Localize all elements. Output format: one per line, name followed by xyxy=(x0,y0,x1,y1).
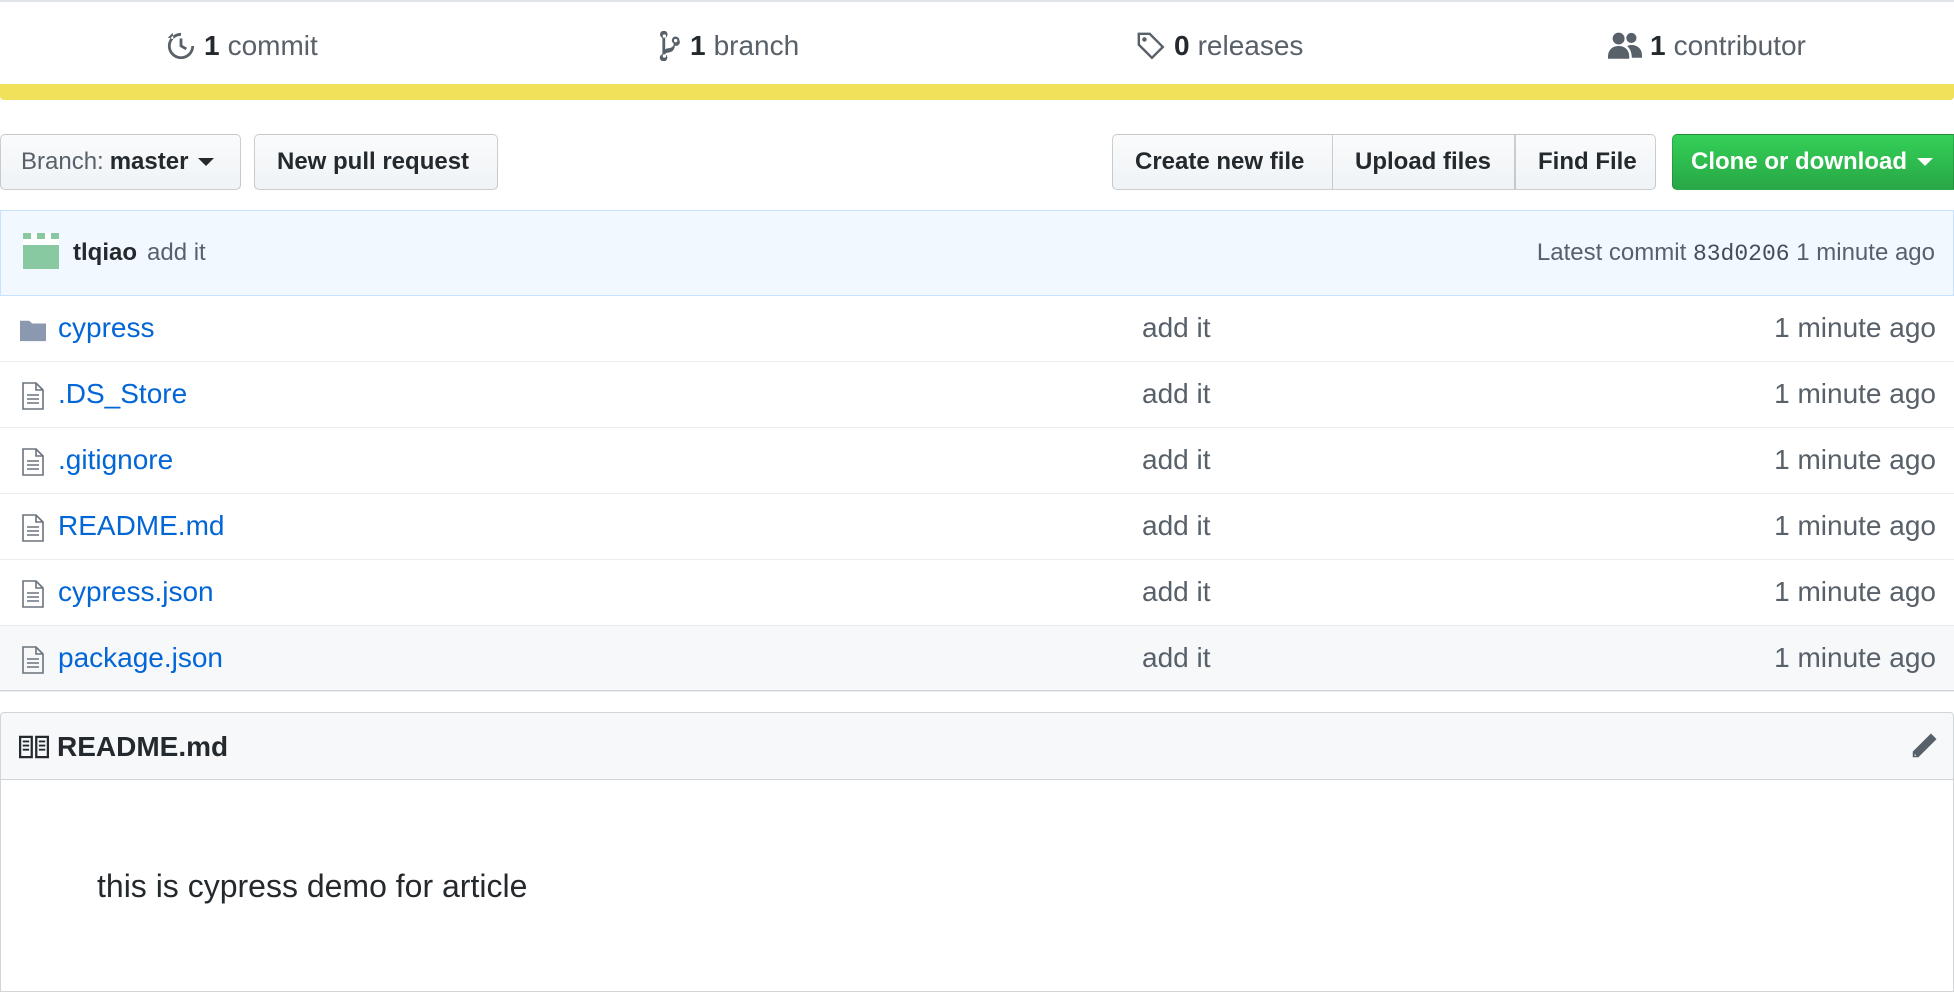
file-age: 1 minute ago xyxy=(1774,642,1936,673)
file-icon xyxy=(22,514,44,542)
file-name-link[interactable]: .gitignore xyxy=(58,444,173,476)
table-row: cypress add it 1 minute ago xyxy=(0,296,1954,362)
repo-summary-bar: 1 commit 1 branch 0 releases 1 contribut… xyxy=(0,0,1954,84)
book-icon xyxy=(19,735,49,759)
readme-title: README.md xyxy=(57,731,229,762)
branch-prefix: Branch: xyxy=(21,148,104,175)
latest-commit-info: Latest commit 83d0206 1 minute ago xyxy=(1537,239,1935,267)
readme-header: README.md xyxy=(0,712,1954,780)
upload-files-button[interactable]: Upload files xyxy=(1332,134,1515,190)
file-age: 1 minute ago xyxy=(1774,444,1936,475)
commit-author[interactable]: tlqiao xyxy=(73,239,137,267)
contributors-link[interactable]: 1 contributor xyxy=(1608,26,1806,66)
clone-or-download-label: Clone or download xyxy=(1691,148,1907,175)
commit-label: commit xyxy=(227,30,318,61)
new-pull-request-button[interactable]: New pull request xyxy=(254,134,498,190)
branch-name: master xyxy=(109,148,189,175)
release-label: releases xyxy=(1197,30,1304,61)
contributor-label: contributor xyxy=(1673,30,1806,61)
file-commit-message[interactable]: add it xyxy=(1142,642,1211,674)
contributor-count: 1 xyxy=(1650,30,1666,61)
table-row: .gitignore add it 1 minute ago xyxy=(0,428,1954,494)
commit-message[interactable]: add it xyxy=(147,239,206,267)
people-icon xyxy=(1608,32,1642,59)
commit-count: 1 xyxy=(204,30,220,61)
history-icon xyxy=(167,32,195,60)
file-commit-message[interactable]: add it xyxy=(1142,312,1211,344)
file-age: 1 minute ago xyxy=(1774,576,1936,607)
file-commit-message[interactable]: add it xyxy=(1142,378,1211,410)
commit-sha[interactable]: 83d0206 xyxy=(1693,241,1790,267)
file-icon xyxy=(22,382,44,410)
branches-link[interactable]: 1 branch xyxy=(658,26,799,66)
file-age: 1 minute ago xyxy=(1774,312,1936,343)
file-name-link[interactable]: package.json xyxy=(58,642,223,674)
caret-down-icon xyxy=(198,158,215,166)
file-name-link[interactable]: cypress.json xyxy=(58,576,214,608)
release-count: 0 xyxy=(1174,30,1190,61)
file-icon xyxy=(22,580,44,608)
create-new-file-button[interactable]: Create new file xyxy=(1112,134,1334,190)
table-row: README.md add it 1 minute ago xyxy=(0,494,1954,560)
table-row: .DS_Store add it 1 minute ago xyxy=(0,362,1954,428)
branch-select-button[interactable]: Branch: master xyxy=(0,134,241,190)
pencil-icon[interactable] xyxy=(1909,731,1939,761)
latest-commit-prefix: Latest commit xyxy=(1536,239,1687,266)
branch-count: 1 xyxy=(690,30,706,61)
branch-label: branch xyxy=(713,30,800,61)
file-commit-message[interactable]: add it xyxy=(1142,576,1211,608)
file-name-link[interactable]: .DS_Store xyxy=(58,378,187,410)
readme-body: this is cypress demo for article xyxy=(0,780,1954,992)
caret-down-icon xyxy=(1917,158,1933,166)
folder-icon xyxy=(20,320,46,342)
table-row: cypress.json add it 1 minute ago xyxy=(0,560,1954,626)
table-row: package.json add it 1 minute ago xyxy=(0,626,1954,692)
commits-link[interactable]: 1 commit xyxy=(166,26,318,66)
file-age: 1 minute ago xyxy=(1774,378,1936,409)
releases-link[interactable]: 0 releases xyxy=(1136,26,1303,66)
file-name-link[interactable]: cypress xyxy=(58,312,154,344)
avatar[interactable] xyxy=(23,233,59,269)
file-age: 1 minute ago xyxy=(1774,510,1936,541)
file-icon xyxy=(22,448,44,476)
language-bar[interactable] xyxy=(0,84,1954,100)
latest-commit-bar: tlqiao add it Latest commit 83d0206 1 mi… xyxy=(0,210,1954,296)
tag-icon xyxy=(1137,32,1165,60)
clone-or-download-button[interactable]: Clone or download xyxy=(1672,134,1954,190)
readme-content: this is cypress demo for article xyxy=(97,868,528,904)
git-branch-icon xyxy=(659,31,680,61)
find-file-button[interactable]: Find File xyxy=(1515,134,1656,190)
file-icon xyxy=(22,646,44,674)
file-list-divider xyxy=(0,690,1954,691)
file-list: cypress add it 1 minute ago .DS_Store ad… xyxy=(0,296,1954,692)
file-name-link[interactable]: README.md xyxy=(58,510,224,542)
file-commit-message[interactable]: add it xyxy=(1142,444,1211,476)
commit-age: 1 minute ago xyxy=(1796,239,1935,266)
file-commit-message[interactable]: add it xyxy=(1142,510,1211,542)
